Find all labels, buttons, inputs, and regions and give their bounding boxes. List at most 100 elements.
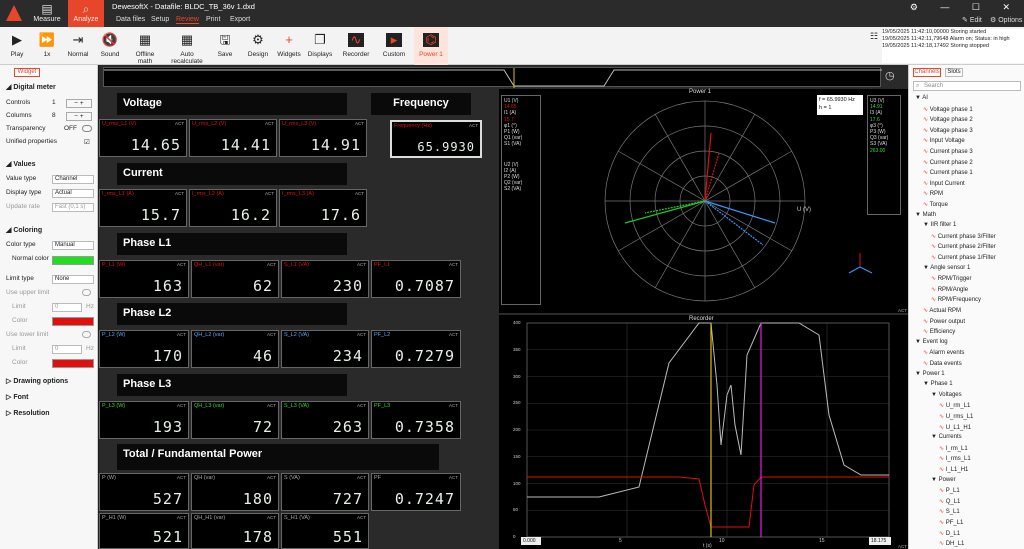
meter-u-rms-l1[interactable]: U_rms_L1 (V) ACT 14.65: [99, 119, 187, 157]
meter-pf-l3[interactable]: PF_L3 ACT 0.7358: [371, 401, 461, 439]
tree-item[interactable]: ∿ Data events: [923, 360, 962, 367]
power1-button[interactable]: ⌬ Power 1: [414, 27, 448, 65]
tree-item[interactable]: ▼ Event log: [915, 339, 948, 345]
tree-item[interactable]: ∿ Current phase 3: [923, 148, 973, 155]
meter-q-h1[interactable]: QH_H1 (var) ACT 178: [191, 513, 279, 549]
tab-widget[interactable]: Widget: [14, 68, 40, 77]
meter-q-total[interactable]: QH (var) ACT 180: [191, 473, 279, 511]
tree-item[interactable]: ∿ Current phase 3/Filter: [931, 233, 996, 240]
tree-item[interactable]: ∿ I_rm_L1: [939, 445, 968, 452]
edit-button[interactable]: ✎ Edit: [962, 16, 982, 24]
normal-color-swatch[interactable]: [52, 256, 94, 265]
meter-q-l3[interactable]: QH_L3 (var) ACT 72: [191, 401, 279, 439]
tree-item[interactable]: ∿ U_rms_L1: [939, 413, 973, 420]
design-button[interactable]: ⚙ Design: [246, 27, 270, 65]
meter-i-rms-l3[interactable]: I_rms_L3 (A) ACT 17.6: [279, 189, 367, 227]
tree-item[interactable]: ∿ Current phase 1: [923, 169, 973, 176]
tree-item[interactable]: ∿ Current phase 2: [923, 159, 973, 166]
meter-pf-l1[interactable]: PF_L1 ACT 0.7087: [371, 260, 461, 298]
menu-setup[interactable]: Setup: [151, 16, 169, 23]
widgets-button[interactable]: + Widgets: [276, 27, 302, 65]
tree-item[interactable]: ∿ Voltage phase 1: [923, 106, 973, 113]
meter-p-l3[interactable]: P_L3 (W) ACT 193: [99, 401, 189, 439]
recorder[interactable]: Recorder 0.000 5 10 15 18.175 t (s) ACT …: [499, 315, 909, 549]
meter-i-rms-l1[interactable]: I_rms_L1 (A) ACT 15.7: [99, 189, 187, 227]
tab-slots[interactable]: Slots: [945, 68, 963, 77]
search-input[interactable]: ⌕ Search: [913, 81, 1021, 91]
tree-item[interactable]: ▼ Math: [915, 212, 936, 218]
tree-item[interactable]: ∿ Input Voltage: [923, 137, 965, 144]
limit-type-select[interactable]: None: [52, 275, 94, 284]
tree-item[interactable]: ∿ Alarm events: [923, 349, 964, 356]
tree-item[interactable]: ▼ Power: [931, 477, 956, 483]
recorder-button[interactable]: ∿ Recorder: [342, 27, 370, 65]
section-font[interactable]: ▷ Font: [6, 393, 94, 401]
columns-stepper[interactable]: − +: [66, 112, 92, 121]
upper-toggle[interactable]: [82, 289, 91, 296]
tree-item[interactable]: ∿ Efficiency: [923, 328, 955, 335]
tree-item[interactable]: ∿ RPM/Frequency: [931, 296, 981, 303]
upper-limit-input[interactable]: 0: [52, 303, 82, 312]
tree-item[interactable]: ∿ D_L1: [939, 530, 960, 537]
upper-color-swatch[interactable]: [52, 317, 94, 326]
meter-s-l3[interactable]: S_L3 (VA) ACT 263: [281, 401, 369, 439]
tree-item[interactable]: ▼ Currents: [931, 434, 962, 440]
color-type-select[interactable]: Manual: [52, 241, 94, 250]
tree-item[interactable]: ∿ RPM/Trigger: [931, 275, 972, 282]
meter-u-rms-l3[interactable]: U_rms_L3 (V) ACT 14.91: [279, 119, 367, 157]
offline-math-button[interactable]: ▦ Offline math: [128, 27, 162, 66]
update-rate-select[interactable]: Fast (0,1 s): [52, 203, 94, 212]
section-values[interactable]: ◢ Values: [6, 160, 94, 168]
play-button[interactable]: ▶ Play: [6, 27, 28, 65]
tree-item[interactable]: ∿ I_L1_H1: [939, 466, 968, 473]
tree-item[interactable]: ∿ Q_L1: [939, 498, 960, 505]
tree-item[interactable]: ▼ Phase 1: [923, 381, 953, 387]
tree-item[interactable]: ▼ IIR filter 1: [923, 222, 956, 228]
controls-stepper[interactable]: − +: [66, 99, 92, 108]
auto-recalculate-button[interactable]: ▦ Auto recalculate: [164, 27, 210, 66]
lower-toggle[interactable]: [82, 331, 91, 338]
meter-p-h1[interactable]: P_H1 (W) ACT 521: [99, 513, 189, 549]
meter-pf-total[interactable]: PF ACT 0.7247: [371, 473, 461, 511]
meter-s-l1[interactable]: S_L1 (VA) ACT 230: [281, 260, 369, 298]
meter-q-l2[interactable]: QH_L2 (var) ACT 46: [191, 330, 279, 368]
menu-review[interactable]: Review: [176, 16, 199, 24]
sound-button[interactable]: 🔇 Sound: [98, 27, 122, 65]
normal-button[interactable]: ⇥ Normal: [64, 27, 92, 65]
checkbox-icon[interactable]: ☑: [84, 138, 90, 146]
measure-button[interactable]: ▤ Measure: [30, 0, 64, 27]
tree-item[interactable]: ∿ I_rms_L1: [939, 455, 971, 462]
overview-strip[interactable]: [103, 67, 882, 88]
vector-scope[interactable]: Power 1 U1 (V) 14.65 I1 (A) 15.7 φ1 (°) P1 …: [499, 89, 909, 313]
tree-item[interactable]: ▼ AI: [915, 95, 928, 101]
tree-item[interactable]: ∿ Voltage phase 2: [923, 116, 973, 123]
meter-frequency[interactable]: Frequency (Hz) ACT 65.9930: [390, 120, 482, 158]
lower-color-swatch[interactable]: [52, 359, 94, 368]
tree-item[interactable]: ∿ U_rm_L1: [939, 402, 970, 409]
section-digital-meter[interactable]: ◢ Digital meter: [6, 83, 94, 91]
window-controls[interactable]: ⚙ — ☐ ✕: [910, 2, 1020, 13]
tree-item[interactable]: ∿ Current phase 1/Filter: [931, 254, 996, 261]
clock-icon[interactable]: ◷: [885, 69, 895, 82]
tree-item[interactable]: ▼ Power 1: [915, 371, 945, 377]
speed-button[interactable]: ⏩ 1x: [36, 27, 58, 65]
menu-data-files[interactable]: Data files: [116, 16, 145, 23]
tree-item[interactable]: ∿ Voltage phase 3: [923, 127, 973, 134]
options-button[interactable]: ⚙ Options: [990, 16, 1022, 24]
meter-p-l2[interactable]: P_L2 (W) ACT 170: [99, 330, 189, 368]
meter-u-rms-l2[interactable]: U_rms_L2 (V) ACT 14.41: [189, 119, 277, 157]
meter-p-total[interactable]: P (W) ACT 527: [99, 473, 189, 511]
displays-button[interactable]: ❐ Displays: [306, 27, 334, 65]
tab-channels[interactable]: Channels: [913, 68, 941, 77]
display-type-select[interactable]: Actual: [52, 189, 94, 198]
menu-export[interactable]: Export: [230, 16, 250, 23]
tree-item[interactable]: ∿ RPM/Angle: [931, 286, 968, 293]
tree-item[interactable]: ∿ Input Current: [923, 180, 965, 187]
save-button[interactable]: 🖫 Save: [214, 27, 236, 65]
analyze-button[interactable]: ⌕ Analyze: [68, 0, 104, 27]
section-resolution[interactable]: ▷ Resolution: [6, 409, 94, 417]
meter-s-h1[interactable]: S_H1 (VA) ACT 551: [281, 513, 369, 549]
menu-print[interactable]: Print: [206, 16, 220, 23]
meter-pf-l2[interactable]: PF_L2 ACT 0.7279: [371, 330, 461, 368]
tree-item[interactable]: ∿ S_L1: [939, 508, 960, 515]
